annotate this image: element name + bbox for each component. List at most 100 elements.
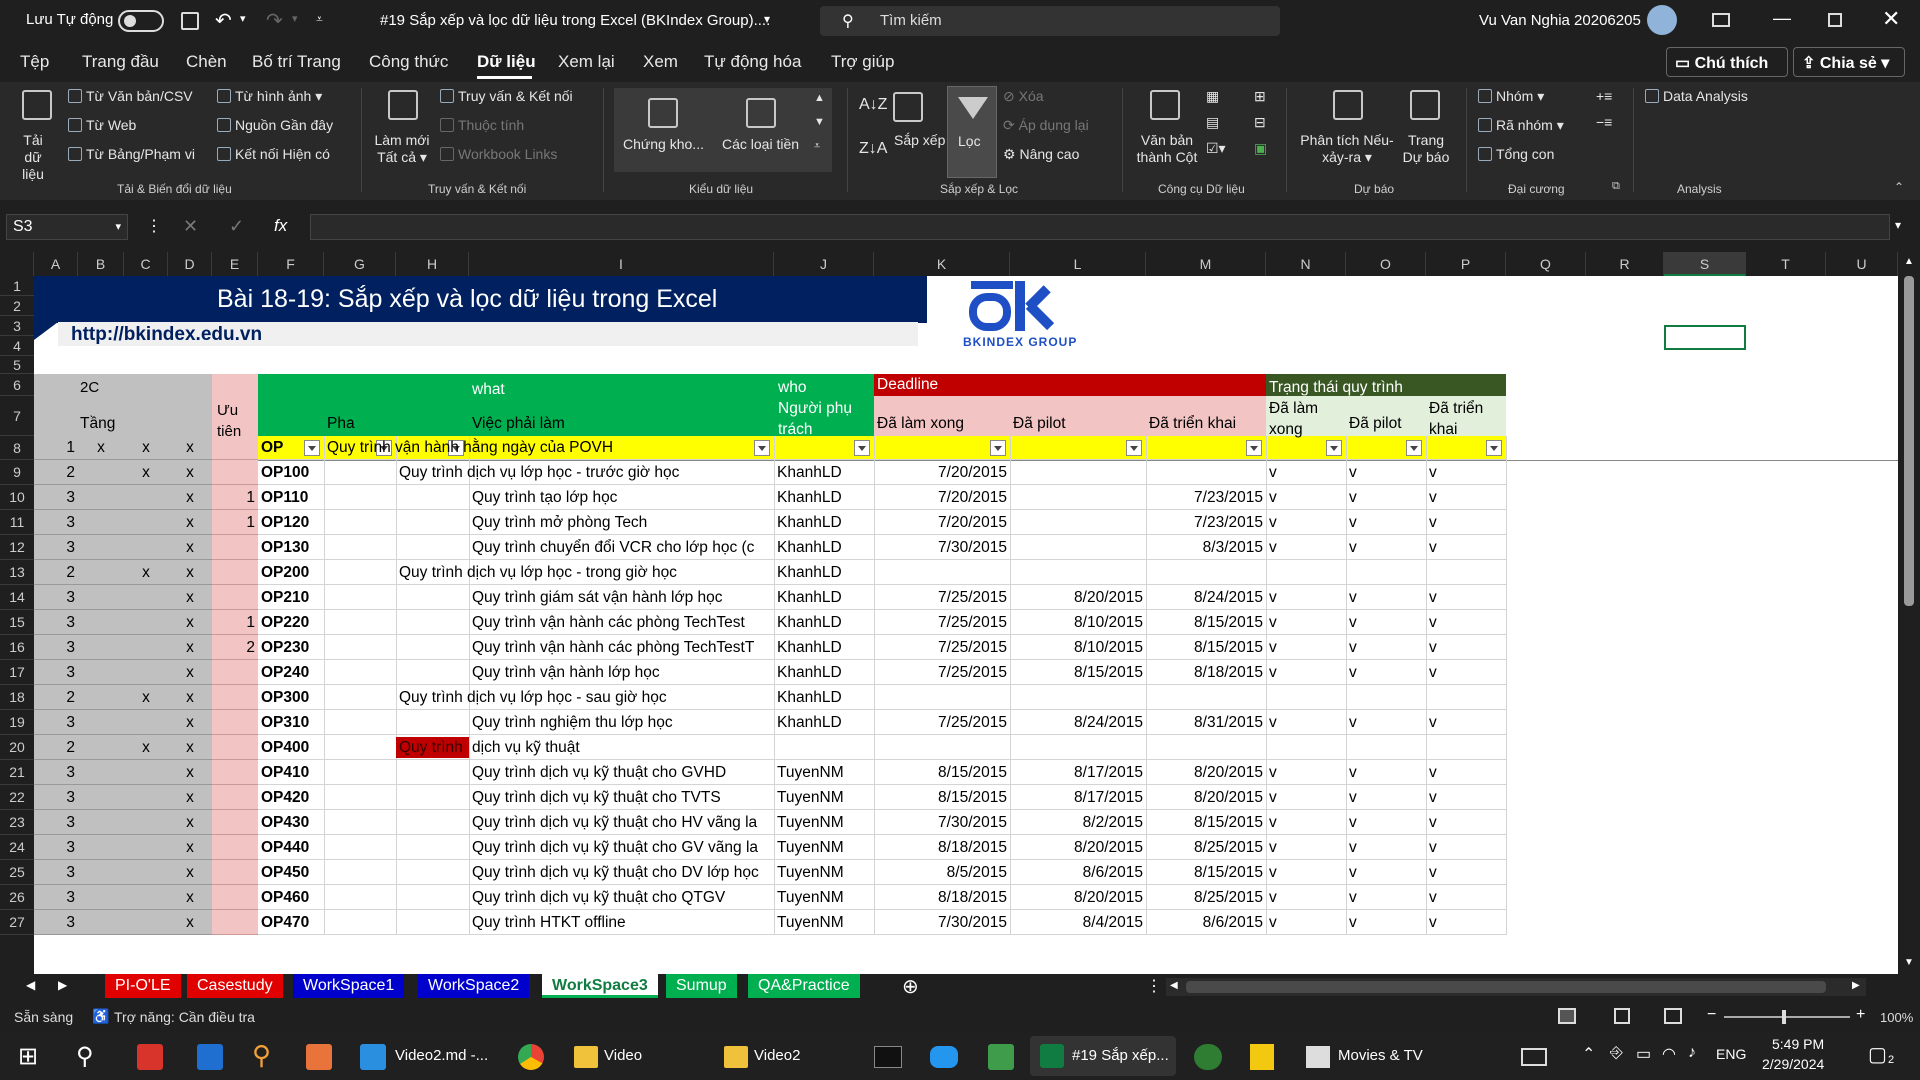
- tab-file[interactable]: Tệp: [20, 52, 49, 72]
- status-pilot-cell[interactable]: v: [1346, 911, 1426, 935]
- tab-formulas[interactable]: Công thức: [369, 52, 448, 72]
- avatar[interactable]: [1647, 5, 1677, 35]
- sheet-tab-casestudy[interactable]: Casestudy: [187, 974, 283, 998]
- gallery-more-icon[interactable]: ⩡: [814, 140, 820, 153]
- expand-formula-icon[interactable]: ▾: [1895, 218, 1901, 232]
- column-header-f[interactable]: F: [258, 252, 324, 276]
- deadline-pilot-cell[interactable]: 8/24/2015: [1010, 711, 1146, 735]
- taskbar-vscode[interactable]: Video2.md -...: [395, 1040, 488, 1072]
- column-header-l[interactable]: L: [1010, 252, 1146, 276]
- prev-sheet-icon[interactable]: ◀: [26, 978, 35, 992]
- sheet-tab-qa-practice[interactable]: QA&Practice: [748, 974, 860, 998]
- status-done-cell[interactable]: v: [1266, 811, 1346, 835]
- row-header[interactable]: 27: [0, 910, 34, 935]
- zoom-thumb[interactable]: [1782, 1010, 1786, 1024]
- accessibility-status[interactable]: Trợ năng: Cần điều tra: [114, 1009, 255, 1025]
- sheet-tab-sumup[interactable]: Sumup: [666, 974, 737, 998]
- status-done-cell[interactable]: v: [1266, 486, 1346, 510]
- deadline-done-cell[interactable]: 7/25/2015: [874, 661, 1010, 685]
- vscode-icon[interactable]: [360, 1044, 386, 1070]
- redo-icon[interactable]: ↷: [266, 8, 283, 33]
- comments-button[interactable]: ▭ Chú thích: [1666, 47, 1788, 77]
- deadline-done-cell[interactable]: 8/18/2015: [874, 836, 1010, 860]
- whatif-button[interactable]: Phân tích Nếu-xảy-ra ▾: [1297, 132, 1397, 166]
- subprocess-cell[interactable]: Quy trình dịch vụ lớp học - sau giờ học: [396, 686, 774, 710]
- deadline-done-cell[interactable]: 7/25/2015: [874, 611, 1010, 635]
- from-text-button[interactable]: Từ Văn bản/CSV: [68, 88, 193, 104]
- sheet-tab-workspace3[interactable]: WorkSpace3: [542, 974, 658, 998]
- deadline-deployed-cell[interactable]: 8/15/2015: [1146, 861, 1266, 885]
- code-cell[interactable]: OP420: [258, 786, 324, 810]
- code-cell[interactable]: OP240: [258, 661, 324, 685]
- accessibility-icon[interactable]: ♿: [92, 1008, 109, 1025]
- floor-mark-cell[interactable]: x: [168, 511, 212, 535]
- deadline-pilot-cell[interactable]: 8/10/2015: [1010, 611, 1146, 635]
- queries-connections-button[interactable]: Truy vấn & Kết nối: [440, 88, 573, 104]
- search-taskbar-icon[interactable]: ⚲: [76, 1042, 94, 1071]
- name-box[interactable]: S3 ▾: [6, 214, 128, 240]
- tab-view[interactable]: Xem: [643, 52, 678, 72]
- tab-data[interactable]: Dữ liệu: [477, 52, 536, 72]
- from-web-button[interactable]: Từ Web: [68, 117, 136, 133]
- owner-cell[interactable]: KhanhLD: [774, 611, 874, 635]
- insert-function-icon[interactable]: fx: [274, 216, 287, 236]
- level-cell[interactable]: 3: [34, 636, 78, 660]
- code-cell[interactable]: OP120: [258, 511, 324, 535]
- data-analysis-button[interactable]: Data Analysis: [1645, 88, 1748, 104]
- normal-view-icon[interactable]: [1558, 1008, 1576, 1024]
- row-header[interactable]: 17: [0, 660, 34, 685]
- save-icon[interactable]: [181, 12, 199, 30]
- status-done-cell[interactable]: v: [1266, 836, 1346, 860]
- floor-mark-cell[interactable]: x: [168, 911, 212, 935]
- floor-mark-cell[interactable]: x: [124, 461, 168, 485]
- row-header[interactable]: 22: [0, 785, 34, 810]
- deadline-deployed-cell[interactable]: 8/18/2015: [1146, 661, 1266, 685]
- zoom-out-icon[interactable]: −: [1707, 1006, 1716, 1024]
- add-sheet-icon[interactable]: ⊕: [902, 974, 919, 999]
- owner-cell[interactable]: KhanhLD: [774, 486, 874, 510]
- app-icon-search-orange[interactable]: ⚲: [252, 1040, 271, 1071]
- subprocess-cell[interactable]: Quy trình: [396, 736, 469, 760]
- stocks-button[interactable]: Chứng kho...: [623, 136, 704, 152]
- scroll-thumb[interactable]: [1904, 276, 1914, 606]
- status-deployed-cell[interactable]: v: [1426, 911, 1506, 935]
- banner-url[interactable]: http://bkindex.edu.vn: [68, 323, 265, 347]
- status-done-cell[interactable]: v: [1266, 511, 1346, 535]
- deadline-done-cell[interactable]: 7/20/2015: [874, 461, 1010, 485]
- deadline-done-cell[interactable]: 7/25/2015: [874, 586, 1010, 610]
- forecast-sheet-button[interactable]: Trang Dự báo: [1400, 132, 1452, 166]
- deadline-done-cell[interactable]: 7/30/2015: [874, 911, 1010, 935]
- ribbon-display-icon[interactable]: [1712, 13, 1730, 27]
- floor-mark-cell[interactable]: x: [124, 686, 168, 710]
- owner-cell[interactable]: TuyenNM: [774, 761, 874, 785]
- level-cell[interactable]: 2: [34, 561, 78, 585]
- floor-mark-cell[interactable]: x: [168, 536, 212, 560]
- deadline-done-cell[interactable]: 8/15/2015: [874, 761, 1010, 785]
- task-cell[interactable]: Quy trình dịch vụ kỹ thuật cho HV vãng l…: [469, 811, 774, 835]
- sheet-tab-pi-ole[interactable]: PI-O'LE: [105, 974, 181, 998]
- row-header[interactable]: 15: [0, 610, 34, 635]
- windows-start-icon[interactable]: ⊞: [18, 1042, 38, 1071]
- floor-mark-cell[interactable]: x: [168, 561, 212, 585]
- filter-button[interactable]: Lọc: [947, 86, 997, 178]
- deadline-pilot-cell[interactable]: 8/20/2015: [1010, 836, 1146, 860]
- task-cell[interactable]: Quy trình vận hành các phòng TechTestT: [469, 636, 774, 660]
- status-done-cell[interactable]: v: [1266, 761, 1346, 785]
- column-header-a[interactable]: A: [34, 252, 78, 276]
- code-cell[interactable]: OP460: [258, 886, 324, 910]
- status-deployed-cell[interactable]: v: [1426, 636, 1506, 660]
- advanced-filter-button[interactable]: ⚙ Nâng cao: [1003, 146, 1079, 163]
- taskbar-excel-active[interactable]: #19 Sắp xếp...: [1030, 1036, 1176, 1076]
- formula-input[interactable]: [310, 214, 1890, 240]
- task-cell[interactable]: Quy trình mở phòng Tech: [469, 511, 774, 535]
- search-box[interactable]: ⚲ Tìm kiếm: [820, 6, 1280, 36]
- status-pilot-cell[interactable]: v: [1346, 611, 1426, 635]
- worksheet[interactable]: ABCDEFGHIJKLMNOPQRSTU 1 2 3 4 5 6 7 8 9 10 11 12 13 1…: [0, 252, 1898, 974]
- owner-cell[interactable]: KhanhLD: [774, 586, 874, 610]
- owner-cell[interactable]: KhanhLD: [774, 536, 874, 560]
- status-pilot-cell[interactable]: v: [1346, 486, 1426, 510]
- column-header-b[interactable]: B: [78, 252, 124, 276]
- notification-icon[interactable]: ▢: [1868, 1042, 1887, 1067]
- deadline-pilot-cell[interactable]: 8/6/2015: [1010, 861, 1146, 885]
- priority-cell[interactable]: 1: [212, 511, 258, 535]
